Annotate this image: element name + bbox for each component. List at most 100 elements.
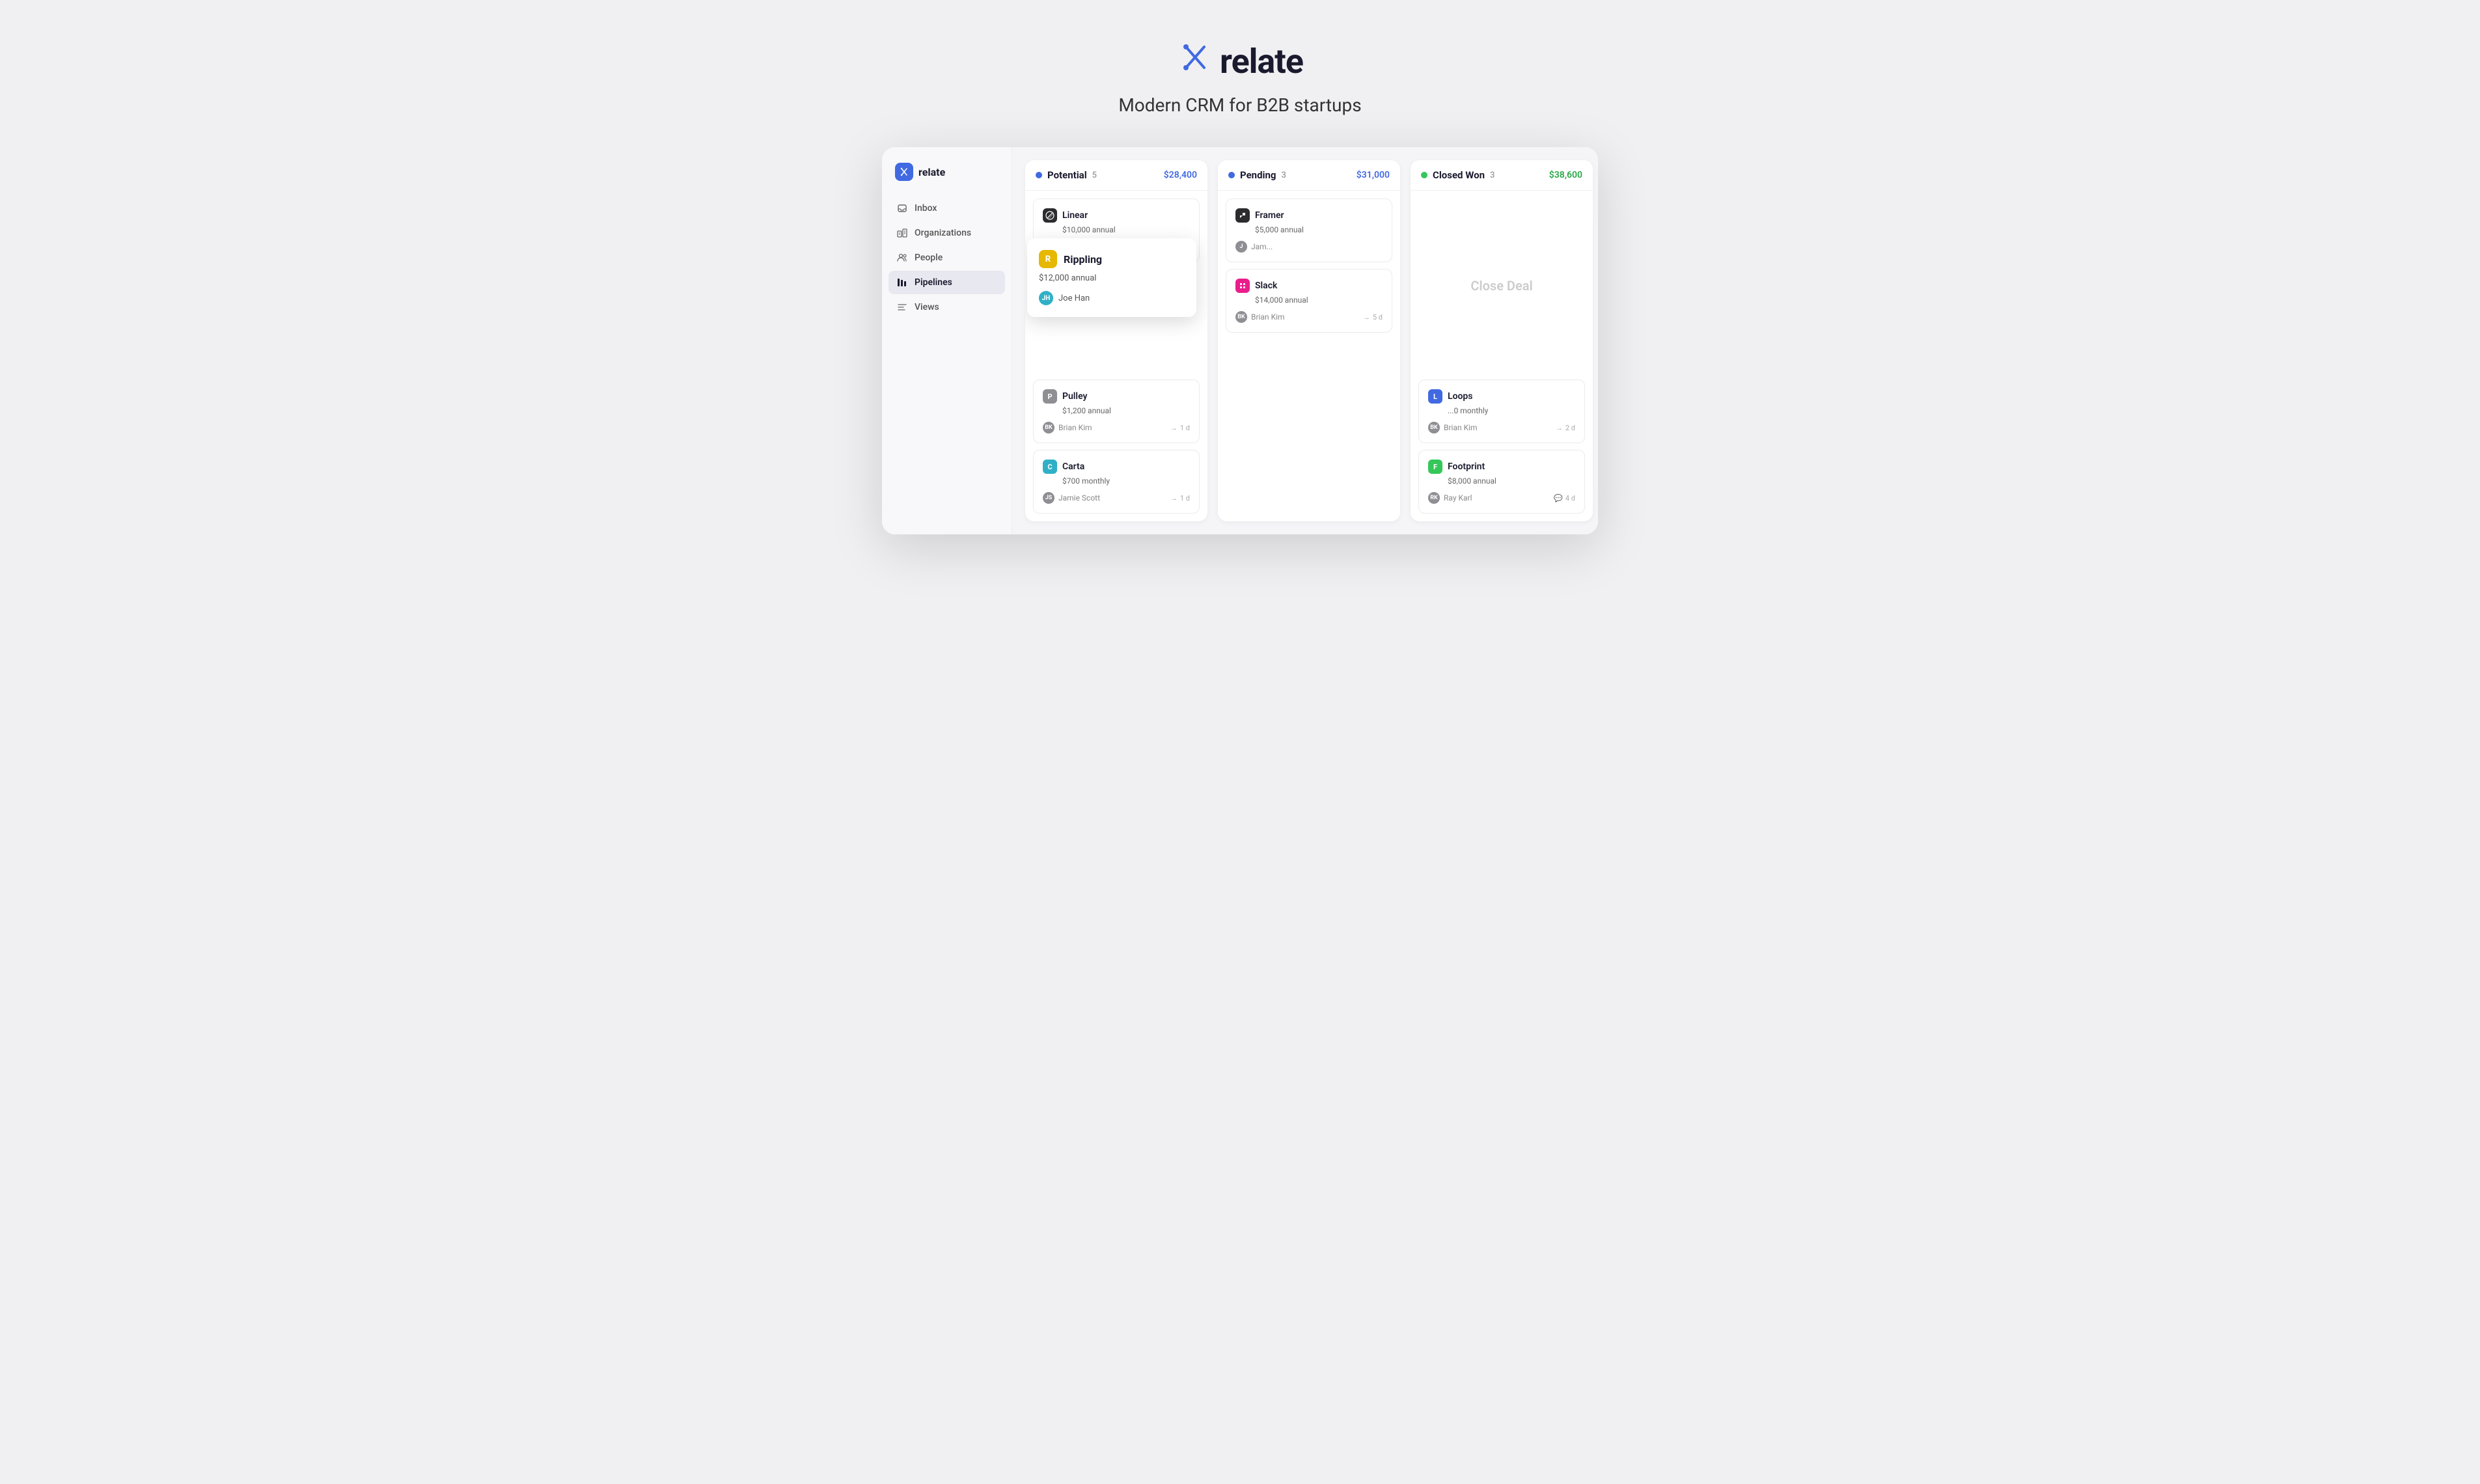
footprint-icon-text: F — [1433, 463, 1437, 471]
rippling-assignee: JH Joe Han — [1039, 291, 1185, 305]
loops-footer: BK Brian Kim → 2 d — [1428, 422, 1575, 433]
closed-won-dot — [1421, 172, 1427, 178]
sidebar-views-label: Views — [915, 302, 939, 312]
loops-icon: L — [1428, 389, 1442, 404]
sidebar-logo-icon — [895, 163, 913, 181]
framer-assignee-name: Jam... — [1251, 242, 1273, 251]
pending-cards: Framer $5,000 annual J Jam... — [1218, 191, 1400, 521]
footprint-card-top: F Footprint — [1428, 460, 1575, 474]
rippling-name: Rippling — [1064, 253, 1102, 266]
potential-title: Potential — [1047, 169, 1087, 181]
pulley-card-top: P Pulley — [1043, 389, 1190, 404]
loops-time: → 2 d — [1556, 424, 1575, 432]
pulley-amount: $1,200 annual — [1043, 406, 1190, 415]
framer-amount: $5,000 annual — [1235, 225, 1383, 234]
sidebar-item-organizations[interactable]: Organizations — [889, 221, 1005, 245]
deal-card-loops[interactable]: L Loops ...0 monthly BK Brian Kim → — [1418, 379, 1585, 443]
pending-header-left: Pending 3 — [1228, 169, 1286, 181]
loops-icon-text: L — [1433, 392, 1437, 401]
hero-logo: relate — [1177, 39, 1303, 84]
deal-card-pulley[interactable]: P Pulley $1,200 annual BK Brian Kim → — [1033, 379, 1200, 443]
close-deal-placeholder: Close Deal — [1418, 199, 1585, 373]
sidebar: relate Inbox — [882, 147, 1012, 534]
slack-footer: BK Brian Kim → 5 d — [1235, 311, 1383, 323]
sidebar-brand-text: relate — [918, 166, 945, 178]
sidebar-item-views[interactable]: Views — [889, 295, 1005, 319]
potential-header-left: Potential 5 — [1036, 169, 1097, 181]
sidebar-item-pipelines[interactable]: Pipelines — [889, 271, 1005, 294]
pulley-time-value: 1 d — [1180, 424, 1190, 432]
slack-amount: $14,000 annual — [1235, 295, 1383, 305]
pulley-assignee-name: Brian Kim — [1058, 423, 1092, 432]
closed-won-cards: Close Deal L Loops ...0 monthly BK — [1411, 191, 1593, 521]
hero-section: relate Modern CRM for B2B startups — [1118, 39, 1361, 116]
rippling-assignee-avatar: JH — [1039, 291, 1053, 305]
pipeline-column-pending: Pending 3 $31,000 Framer $5 — [1218, 160, 1400, 521]
sidebar-inbox-label: Inbox — [915, 203, 937, 213]
carta-time-value: 1 d — [1180, 494, 1190, 502]
pulley-time: → 1 d — [1170, 424, 1190, 432]
pulley-icon-text: P — [1047, 392, 1052, 401]
slack-assignee: BK Brian Kim — [1235, 311, 1285, 323]
pipeline-column-potential: Potential 5 $28,400 Linear — [1025, 160, 1207, 521]
potential-count: 5 — [1092, 171, 1097, 180]
pending-count: 3 — [1281, 171, 1286, 180]
rippling-amount: $12,000 annual — [1039, 273, 1185, 283]
loops-company-name: Loops — [1448, 391, 1473, 402]
potential-amount: $28,400 — [1164, 170, 1197, 180]
sidebar-item-inbox[interactable]: Inbox — [889, 197, 1005, 220]
carta-icon-text: C — [1047, 463, 1052, 471]
deal-card-linear[interactable]: Linear $10,000 annual JS Jamie Scott → 3… — [1033, 199, 1200, 262]
carta-company-name: Carta — [1062, 461, 1084, 472]
carta-assignee: JS Jamie Scott — [1043, 492, 1100, 504]
footprint-assignee-name: Ray Karl — [1444, 493, 1472, 502]
closed-won-count: 3 — [1490, 171, 1495, 180]
people-icon — [896, 252, 908, 264]
sidebar-people-label: People — [915, 253, 943, 263]
loops-assignee-name: Brian Kim — [1444, 423, 1478, 432]
closed-won-header-left: Closed Won 3 — [1421, 169, 1495, 181]
carta-card-top: C Carta — [1043, 460, 1190, 474]
pending-amount: $31,000 — [1357, 170, 1390, 180]
organizations-icon — [896, 227, 908, 239]
footprint-avatar: RK — [1428, 492, 1440, 504]
loops-amount: ...0 monthly — [1428, 406, 1575, 415]
linear-company-name: Linear — [1062, 210, 1088, 221]
deal-card-footprint[interactable]: F Footprint $8,000 annual RK Ray Karl 💬 — [1418, 450, 1585, 514]
footprint-icon: F — [1428, 460, 1442, 474]
loops-card-top: L Loops — [1428, 389, 1575, 404]
slack-avatar: BK — [1235, 311, 1247, 323]
pulley-avatar: BK — [1043, 422, 1054, 433]
framer-icon — [1235, 208, 1250, 223]
hero-logo-icon — [1177, 39, 1213, 84]
main-content: Potential 5 $28,400 Linear — [1012, 147, 1598, 534]
pulley-footer: BK Brian Kim → 1 d — [1043, 422, 1190, 433]
sidebar-nav: Inbox Organizations — [882, 197, 1012, 319]
carta-assignee-name: Jamie Scott — [1058, 493, 1100, 502]
carta-avatar: JS — [1043, 492, 1054, 504]
pipelines-icon — [896, 277, 908, 288]
potential-cards: Linear $10,000 annual JS Jamie Scott → 3… — [1025, 191, 1207, 521]
slack-time-value: 5 d — [1373, 313, 1383, 322]
deal-card-slack[interactable]: Slack $14,000 annual BK Brian Kim → 5 d — [1226, 269, 1392, 333]
pending-dot — [1228, 172, 1235, 178]
framer-footer: J Jam... — [1235, 241, 1383, 253]
loops-time-value: 2 d — [1565, 424, 1575, 432]
rippling-icon-text: R — [1045, 254, 1051, 264]
views-icon — [896, 301, 908, 313]
pulley-assignee: BK Brian Kim — [1043, 422, 1092, 433]
slack-assignee-name: Brian Kim — [1251, 312, 1285, 322]
carta-footer: JS Jamie Scott → 1 d — [1043, 492, 1190, 504]
rippling-popup: R Rippling $12,000 annual JH Joe Han — [1027, 238, 1196, 317]
deal-card-carta[interactable]: C Carta $700 monthly JS Jamie Scott → — [1033, 450, 1200, 514]
sidebar-item-people[interactable]: People — [889, 246, 1005, 269]
carta-icon: C — [1043, 460, 1057, 474]
framer-avatar: J — [1235, 241, 1247, 253]
slack-card-top: Slack — [1235, 279, 1383, 293]
pulley-company-name: Pulley — [1062, 391, 1087, 402]
framer-card-top: Framer — [1235, 208, 1383, 223]
slack-icon — [1235, 279, 1250, 293]
pending-title: Pending — [1240, 169, 1276, 181]
deal-card-framer[interactable]: Framer $5,000 annual J Jam... — [1226, 199, 1392, 262]
footprint-time: 💬 4 d — [1554, 494, 1575, 502]
